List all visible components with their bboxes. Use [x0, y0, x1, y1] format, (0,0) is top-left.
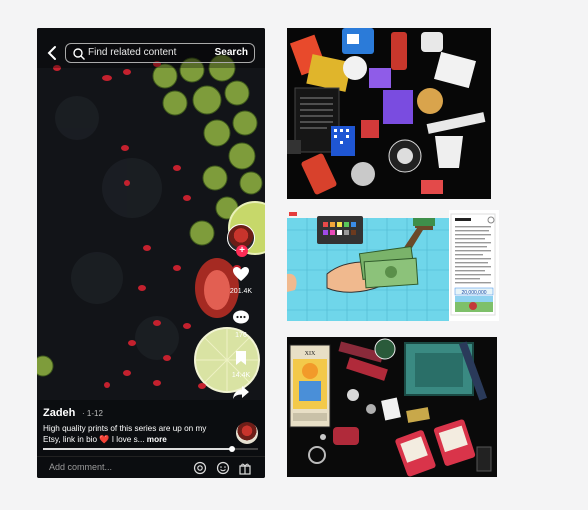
comment-bar: Add comment...	[37, 456, 265, 478]
comment-input[interactable]: Add comment...	[49, 462, 112, 472]
post-info: Zadeh · 1-12 High quality prints of this…	[37, 400, 265, 478]
like-button[interactable]: 201.4K	[227, 266, 255, 295]
page: Find related content Search + 201.4K 176	[0, 0, 588, 510]
progress-fill	[43, 448, 233, 450]
gift-icon[interactable]	[238, 461, 252, 475]
search-icon	[73, 48, 85, 60]
back-icon[interactable]	[43, 43, 61, 63]
post-description: High quality prints of this series are u…	[43, 424, 215, 445]
author-name[interactable]: Zadeh	[43, 407, 75, 419]
progress-knob[interactable]	[229, 446, 236, 452]
progress-bar[interactable]	[43, 446, 258, 452]
follow-button[interactable]: +	[236, 245, 248, 257]
top-bar: Find related content Search	[37, 40, 265, 66]
search-button[interactable]: Search	[215, 47, 248, 58]
save-button[interactable]: 14.4K	[227, 350, 255, 379]
bookmark-icon	[236, 351, 246, 365]
more-link[interactable]: more	[147, 435, 167, 444]
comment-icon	[233, 310, 249, 324]
tile2-badge: 20,000,000	[461, 290, 486, 296]
share-icon	[233, 386, 249, 399]
like-count: 201.4K	[229, 288, 253, 295]
mention-icon[interactable]	[193, 461, 207, 475]
description-text: High quality prints of this series are u…	[43, 424, 207, 444]
emoji-icon[interactable]	[216, 461, 230, 475]
sound-avatar[interactable]	[236, 422, 258, 444]
search-placeholder[interactable]: Find related content	[88, 47, 176, 58]
video-player: Find related content Search + 201.4K 176	[37, 28, 265, 478]
video-frame[interactable]	[37, 28, 265, 400]
related-tile-1[interactable]	[287, 28, 491, 199]
episode-label: · 1-12	[82, 409, 103, 418]
save-count: 14.4K	[231, 372, 251, 379]
comment-button[interactable]: 176	[227, 310, 255, 339]
comment-count: 176	[235, 332, 247, 339]
heart-icon	[233, 267, 249, 281]
related-tile-2[interactable]: 20,000,000	[287, 210, 499, 321]
related-tile-3[interactable]: XIX	[287, 337, 497, 477]
tile3-card-label: XIX	[305, 351, 316, 357]
search-bar[interactable]: Find related content Search	[65, 43, 255, 63]
